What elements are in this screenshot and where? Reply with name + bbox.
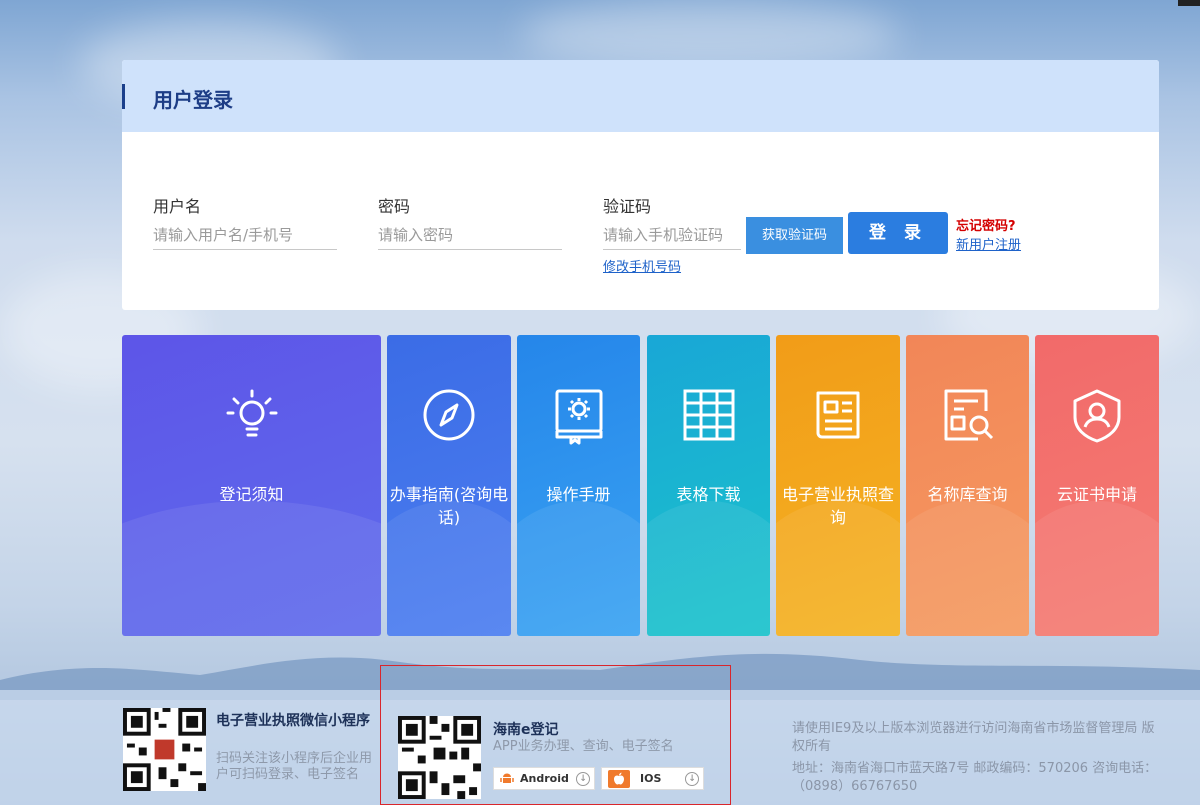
tile-name-query[interactable]: 名称库查询 bbox=[906, 335, 1029, 636]
username-label: 用户名 bbox=[153, 197, 202, 216]
wechat-miniprogram-title: 电子营业执照微信小程序 bbox=[216, 713, 370, 729]
tile-label: 表格下载 bbox=[676, 485, 741, 504]
code-label: 验证码 bbox=[603, 197, 652, 216]
tile-label: 操作手册 bbox=[546, 485, 611, 504]
table-icon bbox=[647, 385, 770, 445]
wechat-miniprogram-desc: 扫码关注该小程序后企业用户可扫码登录、电子签名 bbox=[216, 751, 373, 782]
login-button[interactable]: 登 录 bbox=[848, 212, 948, 254]
wechat-qr-code bbox=[123, 708, 206, 791]
change-phone-link[interactable]: 修改手机号码 bbox=[603, 256, 681, 275]
manual-gear-icon bbox=[517, 385, 640, 445]
tile-registration-notice[interactable]: 登记须知 bbox=[122, 335, 381, 636]
password-label: 密码 bbox=[378, 197, 411, 216]
tile-label: 登记须知 bbox=[219, 485, 284, 504]
tile-operation-manual[interactable]: 操作手册 bbox=[517, 335, 640, 636]
corner-mark bbox=[1178, 0, 1200, 6]
search-document-icon bbox=[906, 385, 1029, 445]
app-highlight-box bbox=[380, 665, 731, 805]
tile-label: 办事指南(咨询电话) bbox=[389, 485, 509, 527]
tile-label: 电子营业执照查询 bbox=[781, 485, 894, 527]
forgot-password-link[interactable]: 忘记密码? bbox=[956, 215, 1016, 234]
username-input[interactable] bbox=[153, 220, 337, 250]
tile-form-download[interactable]: 表格下载 bbox=[647, 335, 770, 636]
tile-e-license-query[interactable]: 电子营业执照查询 bbox=[776, 335, 900, 636]
title-accent-bar bbox=[122, 84, 125, 109]
tile-label: 云证书申请 bbox=[1056, 485, 1137, 504]
address-line: 地址：海南省海口市蓝天路7号 邮政编码：570206 咨询电话：（0898）66… bbox=[792, 761, 1158, 794]
copyright-line: 请使用IE9及以上版本浏览器进行访问海南省市场监督管理局 版权所有 bbox=[792, 721, 1155, 754]
login-card: 用户登录 用户名 密码 验证码 获取验证码 登 录 忘记密码? 新用户注册 修改… bbox=[122, 60, 1159, 310]
login-header: 用户登录 bbox=[122, 60, 1159, 132]
document-icon bbox=[776, 385, 900, 445]
register-link[interactable]: 新用户注册 bbox=[956, 234, 1021, 253]
compass-icon bbox=[387, 385, 511, 445]
lightbulb-icon bbox=[122, 385, 381, 445]
user-shield-icon bbox=[1035, 385, 1159, 445]
tile-label: 名称库查询 bbox=[927, 485, 1008, 504]
verification-code-input[interactable] bbox=[603, 220, 741, 250]
login-title: 用户登录 bbox=[153, 88, 233, 112]
password-input[interactable] bbox=[378, 220, 562, 250]
copyright: 请使用IE9及以上版本浏览器进行访问海南省市场监督管理局 版权所有 地址：海南省… bbox=[792, 720, 1162, 796]
get-code-button[interactable]: 获取验证码 bbox=[746, 217, 843, 254]
tile-cloud-certificate[interactable]: 云证书申请 bbox=[1035, 335, 1159, 636]
tile-service-guide[interactable]: 办事指南(咨询电话) bbox=[387, 335, 511, 636]
